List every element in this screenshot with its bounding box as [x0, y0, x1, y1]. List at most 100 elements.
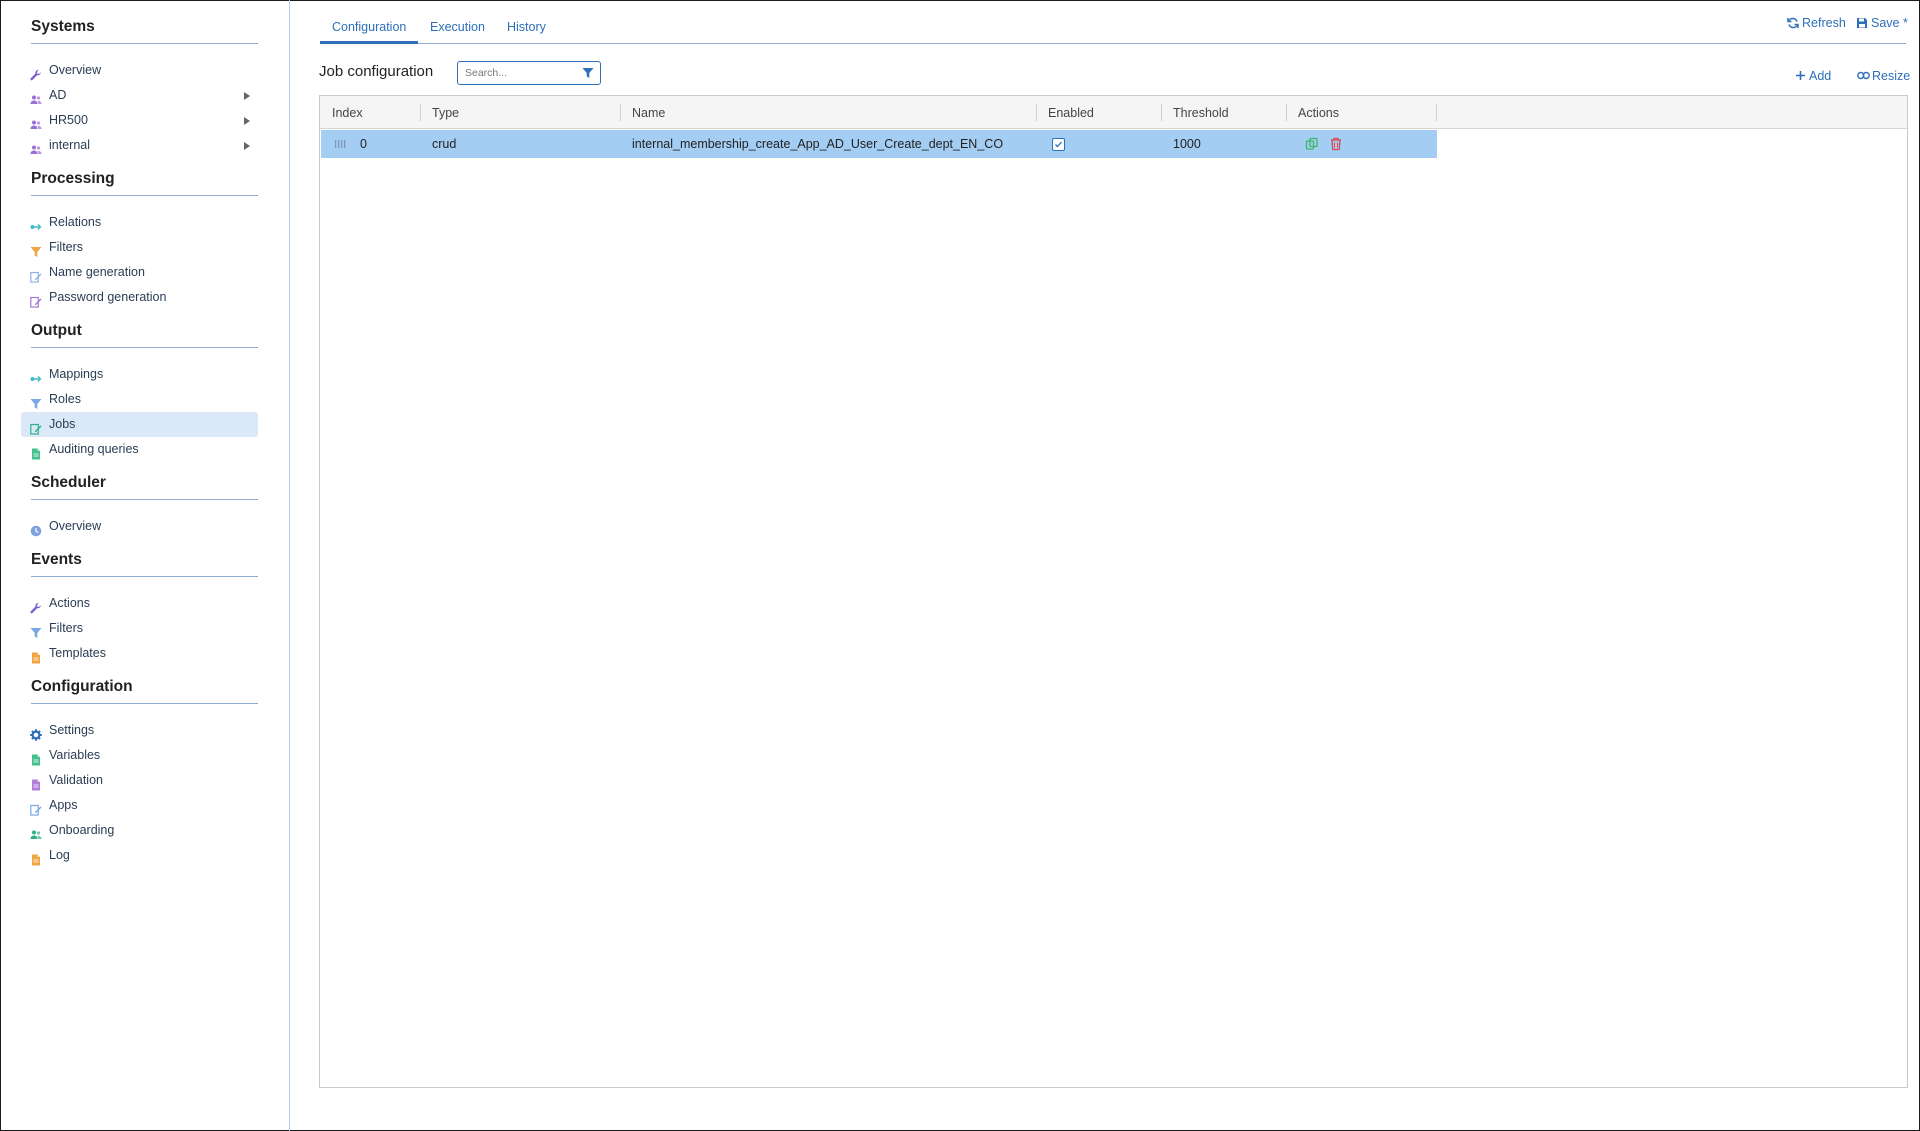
sidebar-item-events-actions[interactable]: Actions: [21, 591, 258, 616]
caret-right-icon[interactable]: [244, 92, 250, 100]
drag-handle-icon[interactable]: [335, 140, 347, 148]
sidebar-item-systems-ad[interactable]: AD: [21, 83, 258, 108]
column-header-index[interactable]: Index: [320, 96, 420, 129]
page-title: Job configuration: [319, 63, 434, 80]
filter-icon: [30, 394, 42, 409]
column-header-name[interactable]: Name: [620, 96, 1036, 129]
clock-icon: [30, 521, 42, 537]
tab-history[interactable]: History: [495, 0, 558, 44]
sidebar-item-label: Templates: [49, 646, 106, 660]
sidebar-item-systems-internal[interactable]: internal: [21, 133, 258, 158]
sidebar-item-processing-password-generation[interactable]: Password generation: [21, 285, 258, 310]
file-icon: [30, 648, 42, 664]
users-icon: [30, 90, 42, 104]
sidebar-item-systems-hr500[interactable]: HR500: [21, 108, 258, 133]
gear-icon: [30, 725, 42, 741]
sidebar-item-label: Apps: [49, 798, 78, 812]
sidebar-item-configuration-log[interactable]: Log: [21, 843, 258, 868]
sidebar-item-processing-name-generation[interactable]: Name generation: [21, 260, 258, 285]
sidebar-item-label: Validation: [49, 773, 103, 787]
sidebar-item-label: Password generation: [49, 290, 167, 304]
column-divider[interactable]: [1436, 104, 1437, 121]
sidebar-item-scheduler-overview[interactable]: Overview: [21, 514, 258, 539]
filter-icon: [30, 242, 42, 257]
cell-index: 0: [360, 137, 367, 151]
sidebar-item-output-jobs[interactable]: Jobs: [21, 412, 258, 437]
refresh-icon: [1787, 17, 1799, 29]
sidebar-item-output-mappings[interactable]: Mappings: [21, 362, 258, 387]
sidebar-item-events-templates[interactable]: Templates: [21, 641, 258, 666]
filter-icon: [30, 623, 42, 638]
sidebar: Systems Overview AD HR500 internal Processing…: [0, 0, 290, 1131]
relation-icon: [30, 369, 42, 382]
sidebar-item-label: Onboarding: [49, 823, 115, 837]
caret-right-icon[interactable]: [244, 117, 250, 125]
trash-icon[interactable]: [1330, 137, 1342, 151]
section-title-processing: Processing: [31, 168, 258, 196]
sidebar-item-systems-overview[interactable]: Overview: [21, 58, 258, 83]
filter-icon[interactable]: [582, 67, 594, 79]
column-header-enabled[interactable]: Enabled: [1036, 96, 1161, 129]
cell-type[interactable]: crud: [420, 130, 456, 158]
file-icon: [30, 850, 42, 866]
sidebar-item-label: Log: [49, 848, 70, 862]
cell-name[interactable]: internal_membership_create_App_AD_User_C…: [620, 130, 1003, 158]
users-icon: [30, 115, 42, 129]
plus-icon: [1796, 71, 1805, 80]
save-button[interactable]: Save *: [1856, 16, 1908, 30]
column-header-type[interactable]: Type: [420, 96, 620, 129]
add-button[interactable]: Add: [1795, 69, 1831, 83]
sidebar-item-label: internal: [49, 138, 90, 152]
sidebar-item-label: Actions: [49, 596, 90, 610]
sidebar-item-configuration-onboarding[interactable]: Onboarding: [21, 818, 258, 843]
edit-icon: [30, 267, 42, 283]
refresh-button[interactable]: Refresh: [1787, 16, 1846, 30]
sidebar-item-processing-relations[interactable]: Relations: [21, 210, 258, 235]
file-icon: [30, 444, 42, 460]
table-row[interactable]: 0 crud internal_membership_create_App_AD…: [321, 130, 1437, 158]
save-label: Save *: [1871, 16, 1908, 30]
sidebar-item-processing-filters[interactable]: Filters: [21, 235, 258, 260]
edit-icon: [30, 419, 42, 435]
top-tabs: Configuration Execution History: [320, 0, 1906, 44]
sidebar-item-label: Auditing queries: [49, 442, 139, 456]
sidebar-item-configuration-variables[interactable]: Variables: [21, 743, 258, 768]
edit-icon: [30, 292, 42, 308]
tab-execution[interactable]: Execution: [418, 0, 497, 44]
sidebar-item-label: Overview: [49, 63, 102, 77]
wrench-icon: [30, 598, 42, 614]
column-header-threshold[interactable]: Threshold: [1161, 96, 1286, 129]
resize-label: Resize: [1872, 69, 1911, 83]
sidebar-item-configuration-apps[interactable]: Apps: [21, 793, 258, 818]
search-input[interactable]: [458, 62, 576, 84]
sidebar-item-events-filters[interactable]: Filters: [21, 616, 258, 641]
tab-configuration[interactable]: Configuration: [320, 0, 419, 44]
sidebar-item-output-roles[interactable]: Roles: [21, 387, 258, 412]
sidebar-item-label: HR500: [49, 113, 88, 127]
sidebar-item-label: Relations: [49, 215, 102, 229]
sidebar-item-label: Name generation: [49, 265, 145, 279]
sidebar-item-output-auditing-queries[interactable]: Auditing queries: [21, 437, 258, 462]
cell-threshold[interactable]: 1000: [1161, 130, 1201, 158]
sidebar-item-configuration-settings[interactable]: Settings: [21, 718, 258, 743]
sidebar-item-configuration-validation[interactable]: Validation: [21, 768, 258, 793]
users-icon: [30, 140, 42, 154]
column-header-actions[interactable]: Actions: [1286, 96, 1436, 129]
section-title-output: Output: [31, 320, 258, 348]
enabled-checkbox[interactable]: [1052, 138, 1065, 151]
relation-icon: [30, 217, 42, 230]
section-title-scheduler: Scheduler: [31, 472, 258, 500]
edit-icon: [30, 800, 42, 816]
section-title-events: Events: [31, 549, 258, 577]
sidebar-item-label: Roles: [49, 392, 81, 406]
copy-icon[interactable]: [1305, 137, 1319, 151]
wrench-icon: [30, 65, 42, 81]
resize-button[interactable]: Resize: [1857, 69, 1910, 83]
caret-right-icon[interactable]: [244, 142, 250, 150]
add-label: Add: [1809, 69, 1832, 83]
